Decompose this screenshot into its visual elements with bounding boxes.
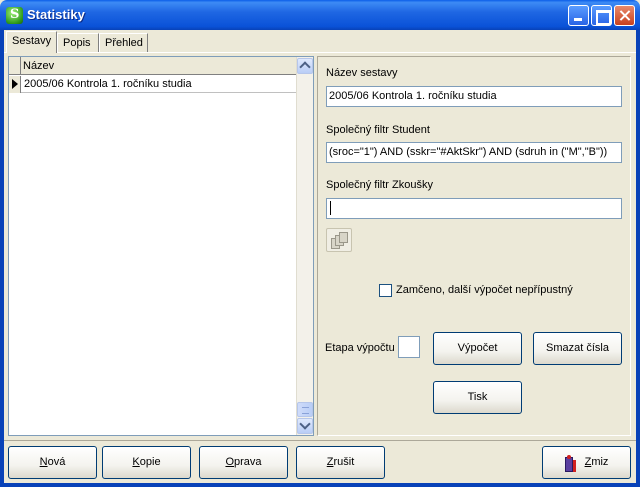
vypocet-button[interactable]: Výpočet [433, 332, 522, 365]
title-bar[interactable]: S Statistiky [0, 0, 640, 30]
vertical-scrollbar[interactable] [296, 57, 313, 435]
filtr-student-label: Společný filtr Student [326, 124, 430, 136]
zamceno-label[interactable]: Zamčeno, další výpočet nepřípustný [396, 284, 573, 296]
close-button[interactable] [614, 5, 635, 26]
nova-label: ová [47, 456, 66, 468]
kopie-button[interactable]: Kopie [102, 446, 191, 479]
filtr-zkousky-field[interactable] [326, 198, 622, 219]
footer-separator [4, 440, 636, 441]
zamceno-checkbox[interactable] [379, 284, 392, 297]
column-header-nazev[interactable]: Název [23, 60, 54, 72]
tab-prehled[interactable]: Přehled [99, 33, 148, 52]
text-caret [330, 201, 331, 215]
grid-indicator-header [9, 57, 21, 75]
oprava-accel: O [225, 456, 235, 468]
zrusit-label: rušit [333, 456, 355, 468]
oprava-label: prava [234, 456, 262, 468]
filter-stack-icon-layer [339, 232, 348, 243]
tab-sestavy[interactable]: Sestavy [6, 31, 57, 53]
zrusit-button[interactable]: Zrušit [296, 446, 385, 479]
scroll-down-icon[interactable] [297, 418, 313, 434]
app-icon[interactable]: S [6, 7, 23, 24]
current-row-arrow-icon [9, 76, 21, 93]
window-title: Statistiky [27, 7, 85, 22]
etapa-input[interactable] [398, 336, 420, 358]
maximize-button[interactable] [591, 5, 612, 26]
nova-button[interactable]: Nová [8, 446, 97, 479]
zmiz-label: miz [591, 456, 609, 468]
kopie-accel: K [132, 456, 140, 468]
filter-editor-button[interactable] [326, 228, 352, 252]
tisk-button[interactable]: Tisk [433, 381, 522, 414]
nova-accel: N [39, 456, 48, 468]
filtr-student-field[interactable]: (sroc="1") AND (sskr="#AktSkr") AND (sdr… [326, 142, 622, 163]
scroll-thumb[interactable] [297, 402, 313, 417]
oprava-button[interactable]: Oprava [199, 446, 288, 479]
table-row[interactable]: 2005/06 Kontrola 1. ročníku studia [9, 76, 297, 93]
window-frame-right [636, 30, 640, 487]
detail-panel [317, 56, 631, 436]
nazev-field[interactable]: 2005/06 Kontrola 1. ročníku studia [326, 86, 622, 107]
etapa-label: Etapa výpočtu [325, 342, 395, 354]
minimize-button[interactable] [568, 5, 589, 26]
tab-popis[interactable]: Popis [57, 33, 99, 52]
exit-door-icon [563, 455, 577, 473]
zmiz-button[interactable]: Zmiz [542, 446, 631, 479]
scroll-up-icon[interactable] [297, 58, 313, 74]
table-cell-nazev[interactable]: 2005/06 Kontrola 1. ročníku studia [24, 78, 192, 90]
reports-grid[interactable]: Název 2005/06 Kontrola 1. ročníku studia [8, 56, 314, 436]
kopie-label: opie [139, 456, 161, 468]
filtr-zkousky-label: Společný filtr Zkoušky [326, 179, 433, 191]
smazat-cisla-button[interactable]: Smazat čísla [533, 332, 622, 365]
window-frame-bottom [0, 483, 640, 487]
nazev-label: Název sestavy [326, 67, 398, 79]
grid-header: Název [9, 57, 297, 75]
